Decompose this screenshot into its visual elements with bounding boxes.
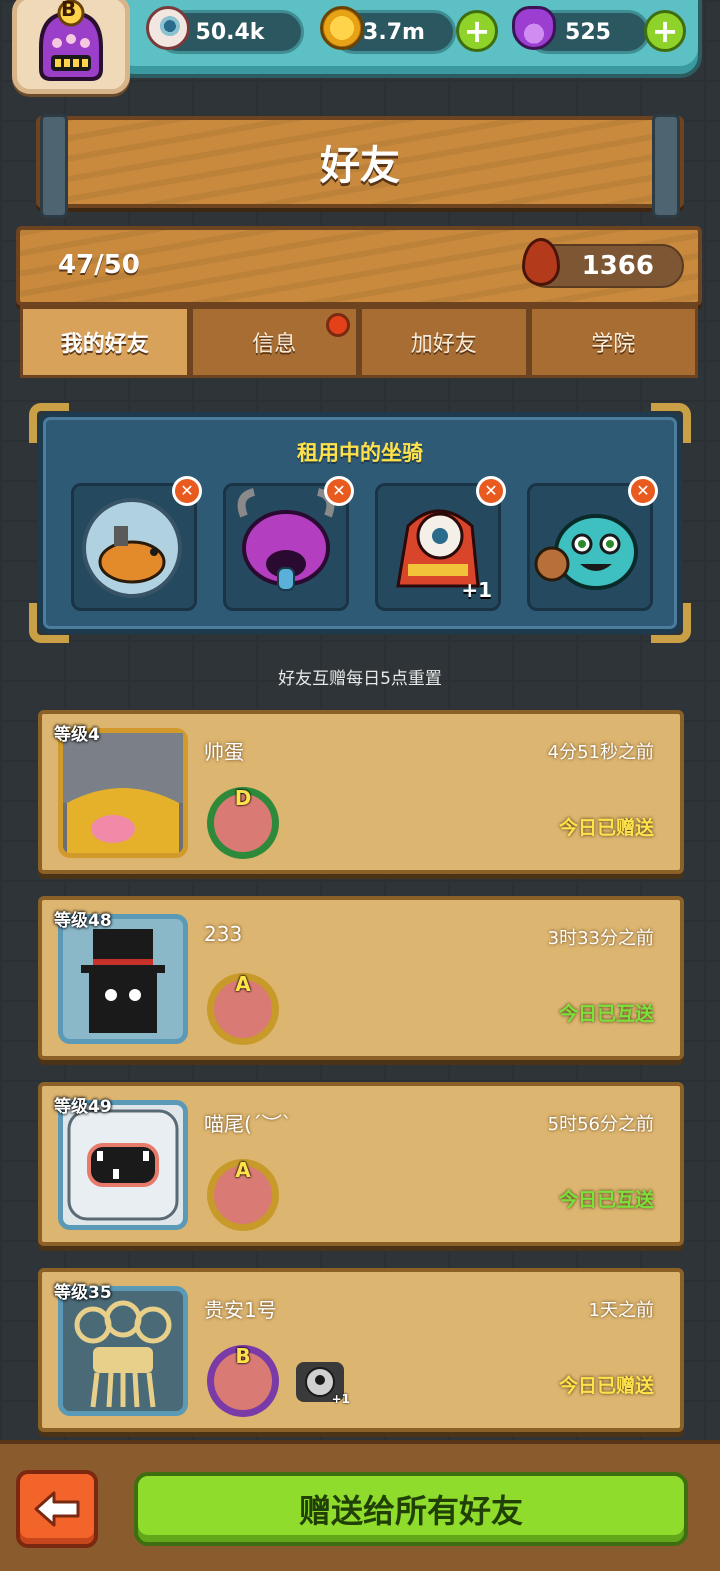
mount-slot-lion-dance[interactable]: +1 ✕: [375, 476, 506, 611]
friend-rank-badge: A: [210, 1158, 276, 1228]
mount-slot-hamster-ball[interactable]: ✕: [71, 476, 202, 611]
friend-card[interactable]: 等级49 喵尾(´︶` 5时56分之前 A 今日已互送: [38, 1082, 684, 1246]
rented-mounts-title: 租用中的坐骑: [297, 441, 423, 465]
left-bracket: [40, 114, 68, 218]
friend-name: 233: [204, 922, 243, 946]
rock-monster-portrait-icon: [63, 733, 183, 853]
friend-last-active: 4分51秒之前: [547, 742, 654, 763]
friend-count: 47/50: [58, 250, 140, 280]
friend-portrait: [58, 1100, 188, 1230]
friend-rank-letter: B: [235, 1344, 251, 1368]
blood-value: 1366: [581, 251, 654, 281]
friends-info-bar: 47/50 1366: [16, 226, 702, 306]
resource-bar: 50.4k 3.7m + 525 +: [112, 0, 702, 78]
remove-mount-button[interactable]: ✕: [628, 476, 658, 506]
purple-horned-monster-mount-icon: [237, 488, 335, 591]
tab-academy[interactable]: 学院: [528, 306, 698, 378]
plus-icon: +: [463, 12, 491, 50]
friend-mount-thumbnail: +1: [296, 1362, 350, 1406]
remove-mount-button[interactable]: ✕: [172, 476, 202, 506]
tab-label: 信息: [252, 332, 297, 357]
gift-all-label: 赠送给所有好友: [298, 1492, 523, 1530]
friend-card[interactable]: 等级35 贵安1号 1天之前 B +1 今日已赠送: [38, 1268, 684, 1432]
eyeball-value: 50.4k: [195, 19, 265, 45]
gift-status: 今日已赠送: [558, 817, 654, 839]
friend-last-active: 5时56分之前: [547, 1114, 654, 1135]
teal-shield-monster-mount-icon: [534, 514, 638, 590]
mount-slot-teal-monster[interactable]: ✕: [527, 476, 658, 611]
top-hat-monster-portrait-icon: [81, 929, 165, 1033]
friend-level: 等级49: [54, 1097, 112, 1117]
mount-slot-purple-monster[interactable]: ✕: [223, 476, 354, 611]
tab-messages[interactable]: 信息: [189, 306, 359, 378]
page-title: 好友: [320, 143, 400, 189]
friend-portrait: [58, 1286, 188, 1416]
coin-icon: [320, 6, 364, 50]
tab-add-friend[interactable]: 加好友: [359, 306, 529, 378]
friend-rank-letter: D: [234, 786, 252, 810]
title-banner: 好友: [36, 114, 684, 218]
friend-portrait: [58, 914, 188, 1044]
panel-corner: [29, 603, 69, 643]
mount-extra-count: +1: [461, 578, 492, 602]
friend-name: 喵尾(´︶`: [204, 1112, 292, 1136]
tab-label: 学院: [591, 332, 636, 357]
buy-coins-button[interactable]: +: [456, 10, 498, 52]
buy-potions-button[interactable]: +: [644, 10, 686, 52]
friend-name: 贵安1号: [204, 1298, 277, 1322]
eyeball-icon: [146, 6, 190, 50]
friend-name: 帅蛋: [204, 740, 244, 764]
tab-bar: 我的好友 信息 加好友 学院: [20, 306, 698, 378]
close-icon: ✕: [332, 481, 346, 500]
gift-status: 今日已赠送: [558, 1375, 654, 1397]
tentacle-monster-portrait-icon: [74, 1300, 172, 1408]
gift-status: 今日已互送: [558, 1003, 654, 1025]
player-avatar[interactable]: B: [12, 0, 130, 94]
potion-value: 525: [565, 19, 611, 45]
friend-level: 等级48: [54, 911, 112, 931]
furry-yeti-portrait-icon: [67, 1109, 179, 1221]
tab-my-friends[interactable]: 我的好友: [20, 306, 190, 378]
right-bracket: [652, 114, 680, 218]
daily-reset-hint: 好友互赠每日5点重置: [278, 669, 442, 689]
close-icon: ✕: [180, 481, 194, 500]
tab-label: 我的好友: [60, 332, 149, 357]
friend-last-active: 3时33分之前: [547, 928, 654, 949]
potion-icon: [512, 6, 556, 50]
friend-level: 等级4: [54, 725, 100, 745]
friend-portrait: [58, 728, 188, 858]
friend-rank-badge: D: [210, 786, 276, 856]
gift-all-friends-button[interactable]: 赠送给所有好友: [134, 1472, 688, 1546]
friend-rank-letter: A: [235, 1158, 251, 1182]
rented-mounts-panel: 租用中的坐骑 ✕ ✕ +1 ✕ ✕: [29, 403, 691, 643]
remove-mount-button[interactable]: ✕: [324, 476, 354, 506]
friend-rank-badge: B: [210, 1344, 276, 1414]
close-icon: ✕: [636, 481, 650, 500]
friend-card[interactable]: 等级4 帅蛋 4分51秒之前 D 今日已赠送: [38, 710, 684, 874]
close-icon: ✕: [484, 481, 498, 500]
tab-label: 加好友: [410, 332, 477, 357]
arrow-left-icon: [34, 1491, 80, 1527]
gift-status: 今日已互送: [558, 1189, 654, 1211]
back-button[interactable]: [16, 1470, 98, 1548]
coin-value: 3.7m: [363, 19, 425, 45]
player-rank-letter: B: [61, 0, 77, 21]
friend-card[interactable]: 等级48 233 3时33分之前 A 今日已互送: [38, 896, 684, 1060]
mount-extra-count: +1: [331, 1392, 350, 1406]
friend-last-active: 1天之前: [588, 1300, 654, 1321]
friend-rank-letter: A: [235, 972, 251, 996]
panel-corner: [651, 603, 691, 643]
friend-level: 等级35: [54, 1283, 112, 1303]
plus-icon: +: [651, 12, 679, 50]
friend-rank-badge: A: [210, 972, 276, 1042]
hamster-ball-mount-icon: [82, 498, 182, 598]
notification-dot-icon: [326, 313, 350, 337]
remove-mount-button[interactable]: ✕: [476, 476, 506, 506]
